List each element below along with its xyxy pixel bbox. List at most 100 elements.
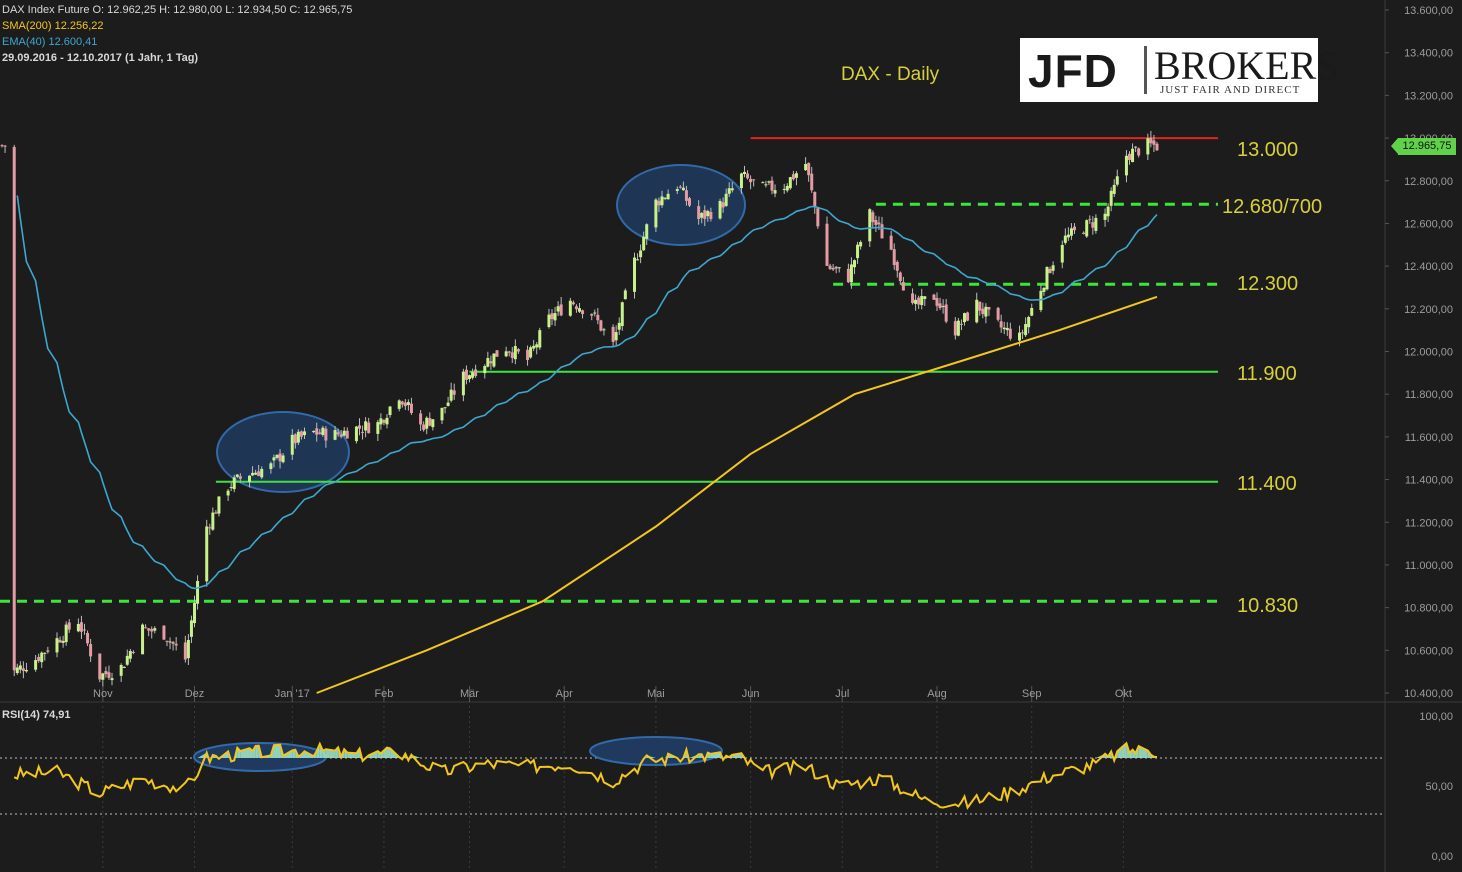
candle-body xyxy=(1066,234,1070,238)
candle-body xyxy=(419,413,423,425)
candle-body xyxy=(1152,140,1156,145)
candle-body xyxy=(67,622,71,630)
candle-body xyxy=(397,400,401,409)
candle-body xyxy=(281,455,285,463)
candle-body xyxy=(248,475,251,482)
candle-body xyxy=(526,349,530,360)
candle-body xyxy=(361,431,365,433)
candle-body xyxy=(272,457,276,461)
candle-body xyxy=(1146,138,1150,155)
candle-body xyxy=(1109,190,1113,206)
candle-body xyxy=(153,628,157,631)
candle-body xyxy=(507,351,511,353)
candle-body xyxy=(752,179,756,181)
candle-body xyxy=(914,299,918,304)
candle-body xyxy=(773,190,777,194)
candle-body xyxy=(578,308,581,312)
candle-body xyxy=(150,628,154,632)
candle-body xyxy=(409,403,413,414)
ema-legend: EMA(40) 12.600,41 xyxy=(2,36,98,48)
candle-body xyxy=(21,668,25,672)
candle-body xyxy=(1149,137,1153,144)
time-tick-label: Mär xyxy=(460,688,479,700)
candle-body xyxy=(559,304,563,316)
candle-body xyxy=(614,332,618,341)
candle-body xyxy=(681,187,685,191)
candle-body xyxy=(636,259,640,261)
candle-body xyxy=(461,371,465,396)
candle-body xyxy=(83,629,86,631)
candle-body xyxy=(1106,206,1110,217)
candle-body xyxy=(1134,146,1138,148)
candle-body xyxy=(278,453,282,462)
candle-body xyxy=(791,174,795,180)
candle-body xyxy=(55,638,59,653)
candle-body xyxy=(64,624,68,643)
candle-body xyxy=(232,477,236,490)
time-tick-label: Mai xyxy=(647,688,665,700)
time-tick-label: Nov xyxy=(93,688,113,700)
candle-body xyxy=(513,346,517,360)
candle-body xyxy=(663,197,667,199)
candle-body xyxy=(165,640,169,642)
candle-body xyxy=(367,422,371,434)
candle-body xyxy=(1094,217,1098,231)
candle-body xyxy=(718,200,722,219)
candle-body xyxy=(996,307,1000,320)
price-tick-label: 11.200,00 xyxy=(1405,517,1453,529)
candle-body xyxy=(483,366,487,374)
candle-body xyxy=(941,306,945,308)
rsi-tick-label: 50,00 xyxy=(1425,781,1453,793)
candle-body xyxy=(966,312,970,321)
candle-body xyxy=(40,652,44,663)
candle-body xyxy=(492,353,496,367)
candle-body xyxy=(859,242,863,247)
candle-body xyxy=(37,656,41,662)
price-tick-label: 11.400,00 xyxy=(1405,475,1453,487)
time-tick-label: Jul xyxy=(835,688,849,700)
candle-body xyxy=(871,212,875,223)
candle-body xyxy=(1021,332,1025,334)
candle-body xyxy=(217,496,221,514)
candle-body xyxy=(721,202,725,208)
candle-body xyxy=(1069,228,1073,236)
candle-body xyxy=(1048,268,1052,274)
candle-body xyxy=(678,186,682,188)
candle-body xyxy=(529,347,533,358)
candle-body xyxy=(1030,307,1034,316)
candle-body xyxy=(318,432,322,434)
candle-body xyxy=(1082,232,1086,235)
candle-body xyxy=(1018,332,1021,341)
date-range: 29.09.2016 - 12.10.2017 (1 Jahr, 1 Tag) xyxy=(2,52,199,64)
candle-body xyxy=(312,430,316,433)
candle-body xyxy=(642,236,646,251)
candle-body xyxy=(1155,143,1159,151)
candle-body xyxy=(1131,148,1135,163)
candle-body xyxy=(1042,287,1046,292)
candle-body xyxy=(889,235,893,250)
candle-body xyxy=(810,173,814,191)
time-tick-label: Aug xyxy=(927,688,947,700)
candle-body xyxy=(981,308,985,315)
candle-body xyxy=(364,421,368,431)
candle-body xyxy=(516,349,520,352)
candle-body xyxy=(141,624,145,655)
candle-body xyxy=(315,428,319,435)
candle-body xyxy=(46,650,50,652)
candle-body xyxy=(654,199,658,228)
candle-body xyxy=(975,299,979,323)
candle-body xyxy=(354,426,358,442)
candle-body xyxy=(660,196,664,206)
candle-body xyxy=(440,407,444,421)
candle-body xyxy=(211,512,215,530)
candle-body xyxy=(923,296,927,299)
candle-body xyxy=(978,301,982,311)
candle-body xyxy=(269,463,273,470)
candle-body xyxy=(874,219,878,225)
candle-body xyxy=(449,389,453,401)
candle-body xyxy=(468,375,471,380)
candle-body xyxy=(1091,222,1095,228)
candle-body xyxy=(553,313,557,321)
candle-body xyxy=(1060,244,1064,263)
candle-body xyxy=(895,262,899,271)
